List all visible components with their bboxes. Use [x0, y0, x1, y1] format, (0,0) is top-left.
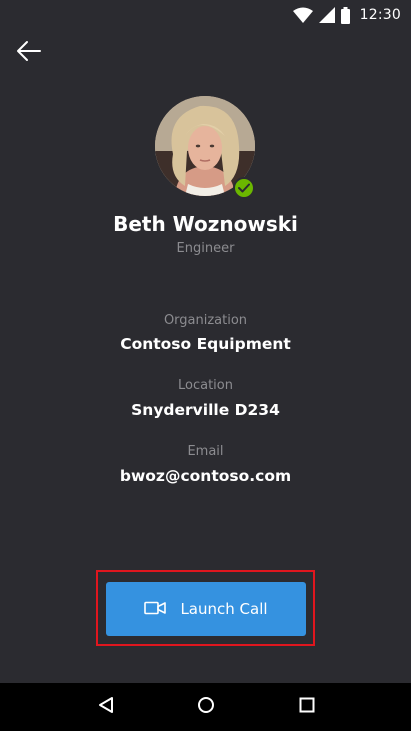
nav-home-button[interactable] — [194, 695, 218, 719]
contact-title: Engineer — [176, 241, 235, 256]
status-icons: 12:30 — [292, 6, 401, 24]
contact-card-screen: 12:30 Beth Woznowski Engineer Organizati… — [0, 0, 411, 731]
contact-name: Beth Woznowski — [113, 212, 298, 236]
presence-available-badge — [233, 177, 255, 199]
battery-icon — [340, 6, 350, 24]
organization-value: Contoso Equipment — [120, 335, 291, 353]
back-arrow-icon — [15, 40, 41, 66]
location-value: Snyderville D234 — [131, 401, 280, 419]
avatar-container — [155, 96, 255, 199]
status-bar: 12:30 — [0, 0, 411, 30]
nav-back-button[interactable] — [94, 695, 118, 719]
email-label: Email — [187, 444, 224, 459]
status-time: 12:30 — [359, 7, 401, 23]
back-button[interactable] — [10, 38, 46, 68]
organization-label: Organization — [163, 313, 248, 328]
launch-call-button[interactable]: Launch Call — [106, 582, 306, 636]
home-circle-icon — [197, 696, 215, 718]
navigation-bar — [0, 683, 411, 731]
location-label: Location — [178, 378, 233, 393]
email-value[interactable]: bwoz@contoso.com — [0, 467, 411, 485]
nav-recents-button[interactable] — [295, 695, 319, 719]
back-triangle-icon — [98, 696, 114, 718]
wifi-icon — [292, 7, 313, 23]
video-camera-icon — [144, 600, 167, 619]
recents-square-icon — [299, 697, 315, 717]
signal-icon — [318, 7, 335, 23]
launch-call-label: Launch Call — [180, 600, 268, 618]
